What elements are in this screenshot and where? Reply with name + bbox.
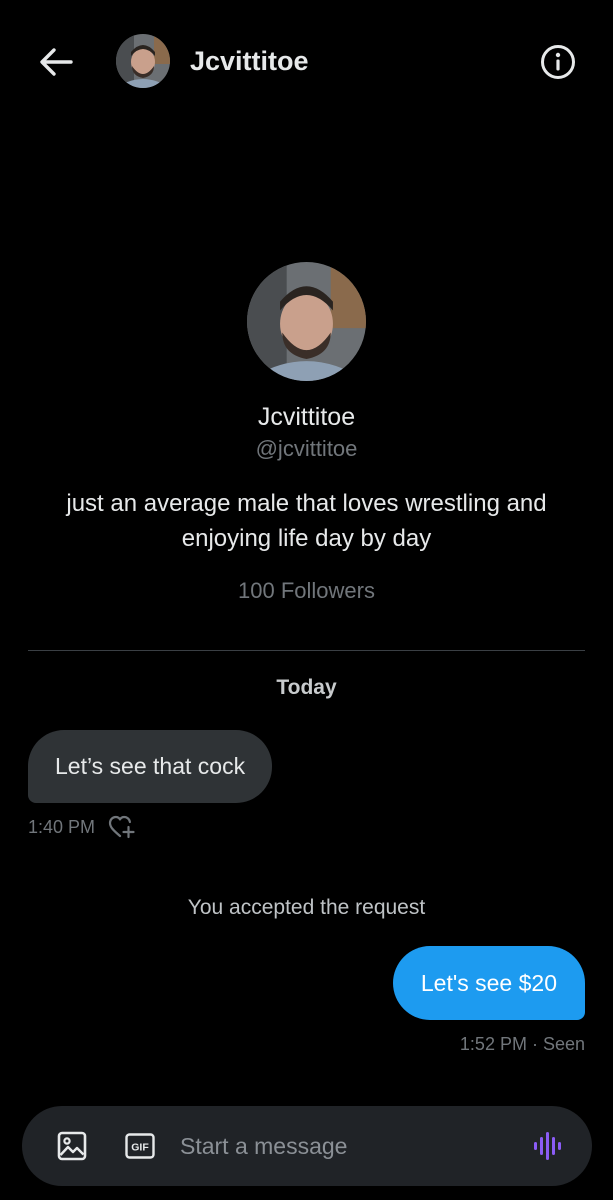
info-circle-icon	[541, 45, 575, 79]
profile-avatar[interactable]	[247, 262, 366, 381]
outgoing-message-bubble[interactable]: Let's see $20	[392, 946, 585, 1020]
header-name[interactable]: Jcvittitoe	[190, 46, 309, 77]
gif-label: GIF	[131, 1142, 149, 1154]
message-timestamp: 1:40 PM	[28, 816, 96, 837]
message-status: 1:52 PM · Seen	[459, 1034, 585, 1054]
incoming-message-meta: 1:40 PM	[28, 814, 137, 840]
voice-wave-icon	[534, 1132, 561, 1160]
profile-followers: 100 Followers	[238, 578, 375, 603]
profile-card[interactable]: Jcvittitoe @jcvittitoe just an average m…	[0, 262, 613, 604]
conversation-info-button[interactable]	[539, 43, 577, 81]
message-input[interactable]	[180, 1126, 510, 1166]
avatar-image	[247, 262, 366, 381]
system-message: You accepted the request	[187, 896, 426, 919]
incoming-message-bubble[interactable]: Let’s see that cock	[28, 730, 273, 803]
dm-conversation-screen: Jcvittitoe Jcvittitoe @jcvittitoe just a…	[0, 0, 613, 1200]
header-avatar[interactable]	[116, 34, 170, 88]
date-separator: Today	[276, 676, 337, 699]
gif-icon: GIF	[125, 1133, 155, 1159]
add-reaction-button[interactable]	[107, 814, 137, 840]
add-gif-button[interactable]: GIF	[124, 1132, 156, 1160]
heart-plus-icon	[108, 815, 135, 839]
avatar-image	[116, 34, 170, 88]
add-media-button[interactable]	[56, 1130, 88, 1162]
image-icon	[57, 1131, 87, 1161]
voice-message-button[interactable]	[530, 1130, 566, 1162]
message-composer: GIF	[22, 1106, 592, 1186]
profile-name: Jcvittitoe	[257, 403, 356, 431]
profile-bio: just an average male that loves wrestlin…	[66, 490, 547, 552]
divider	[28, 650, 585, 651]
profile-handle: @jcvittitoe	[255, 436, 358, 461]
conversation-header: Jcvittitoe	[0, 0, 613, 124]
arrow-left-icon	[40, 48, 73, 76]
back-button[interactable]	[36, 42, 76, 82]
